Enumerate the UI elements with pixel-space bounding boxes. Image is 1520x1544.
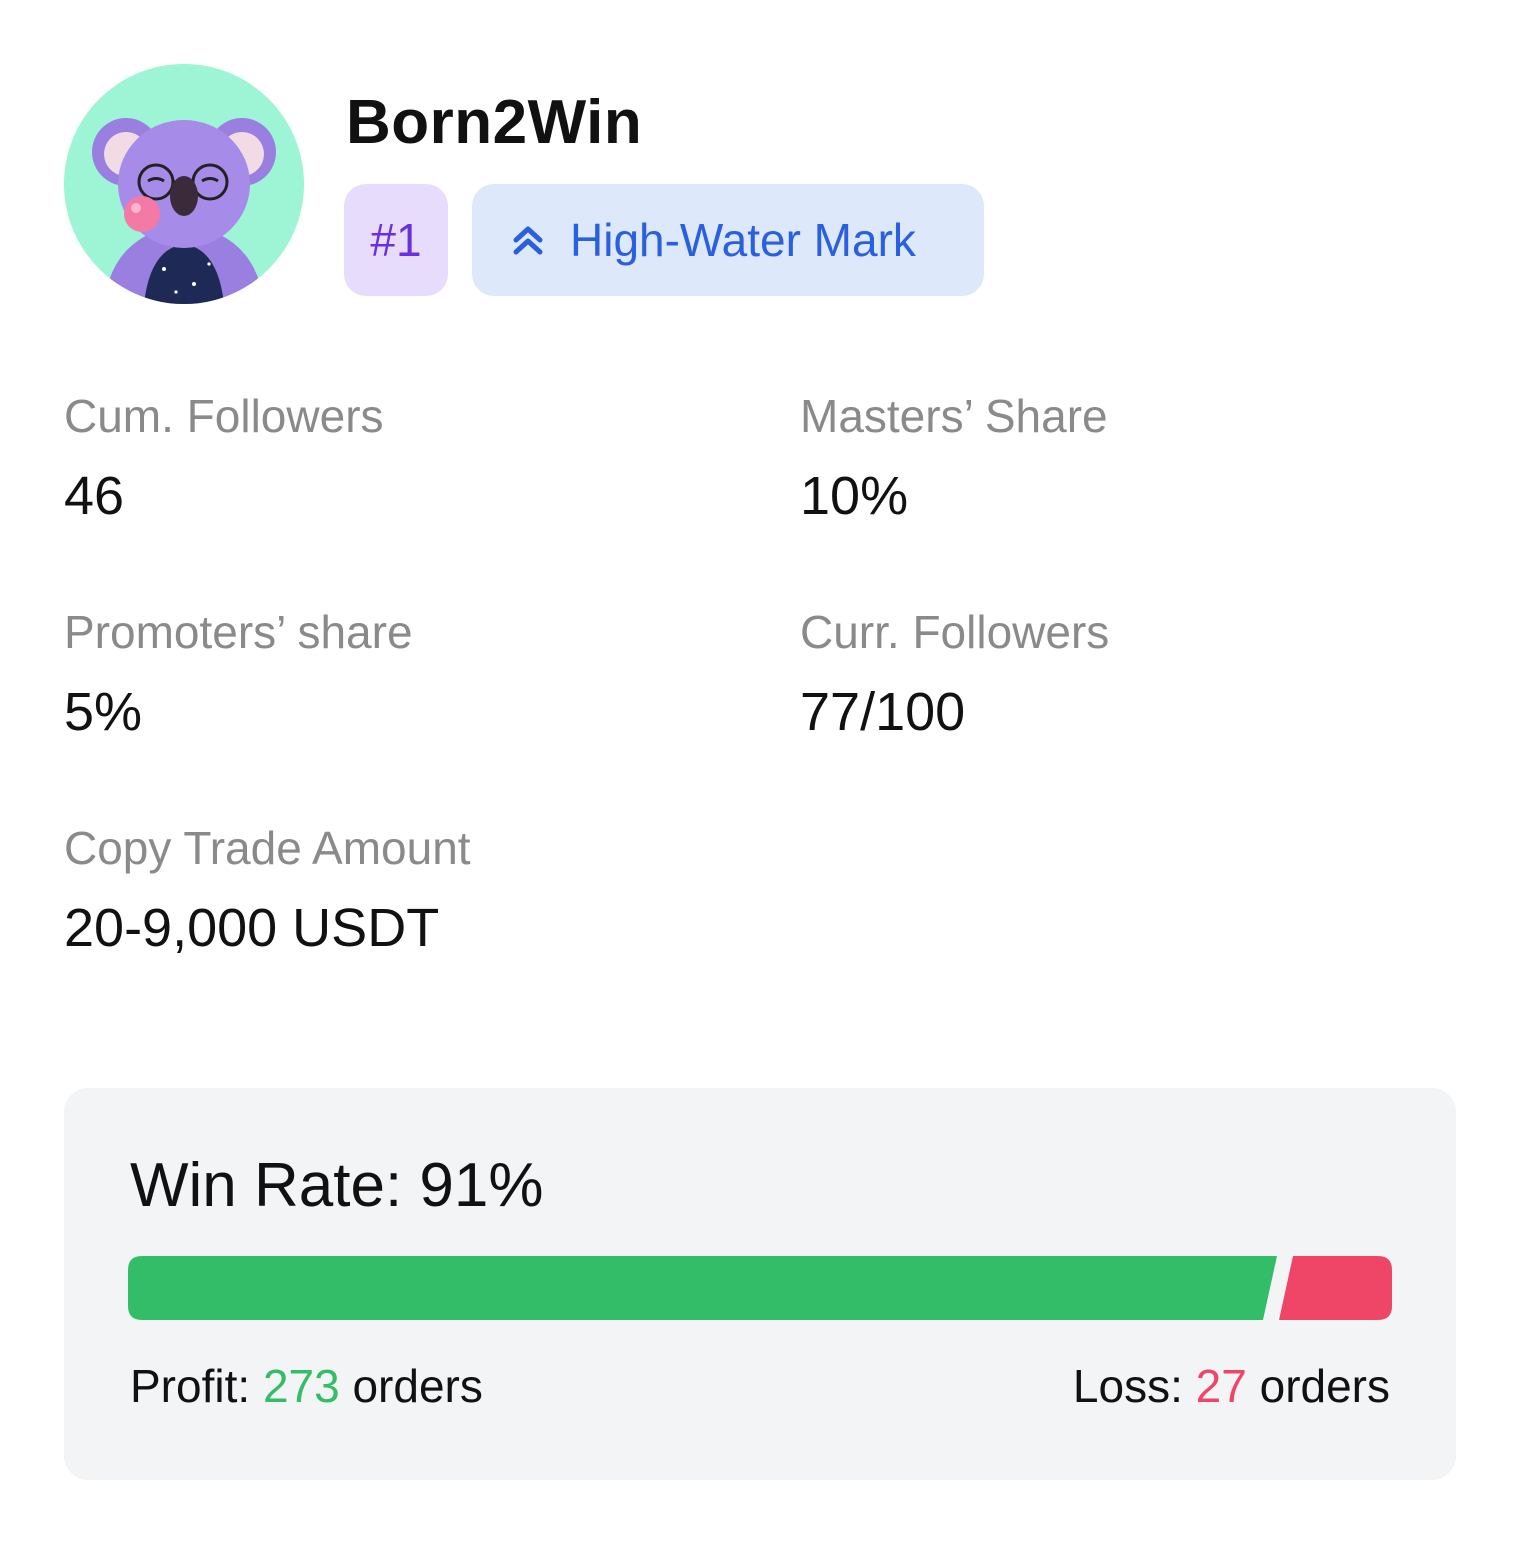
stat-label: Promoters’ share <box>64 606 413 658</box>
stat-label: Masters’ Share <box>800 390 1108 442</box>
profit-count: 273 <box>262 1360 340 1412</box>
stat-curr-followers: Curr. Followers 77/100 <box>800 604 1109 744</box>
rank-badge: #1 <box>344 184 448 296</box>
win-rate-bar <box>128 1256 1392 1320</box>
stat-value: 5% <box>64 682 143 742</box>
stat-copy-trade-amount: Copy Trade Amount 20-9,000 USDT <box>64 820 471 960</box>
loss-orders: Loss: 27 orders <box>1073 1358 1390 1414</box>
stat-label: Copy Trade Amount <box>64 822 471 874</box>
avatar <box>64 64 304 304</box>
high-water-mark-badge: High-Water Mark <box>472 184 984 296</box>
loss-count: 27 <box>1195 1360 1247 1412</box>
stat-masters-share: Masters’ Share 10% <box>800 388 1108 528</box>
loss-prefix: Loss: <box>1072 1360 1196 1412</box>
double-chevron-up-icon <box>508 220 548 260</box>
win-rate-bar-loss-segment <box>1279 1256 1392 1320</box>
profit-orders: Profit: 273 orders <box>130 1358 483 1414</box>
win-rate-panel: Win Rate: 91% Profit: 273 orders Loss: 2… <box>64 1088 1456 1480</box>
stat-cum-followers: Cum. Followers 46 <box>64 388 384 528</box>
high-water-mark-label: High-Water Mark <box>570 214 916 266</box>
stat-label: Curr. Followers <box>800 606 1110 658</box>
stat-value: 20-9,000 USDT <box>64 898 440 958</box>
profit-prefix: Profit: <box>130 1360 263 1412</box>
stat-value: 77/100 <box>800 682 966 742</box>
win-rate-title: Win Rate: 91% <box>130 1151 544 1220</box>
rank-badge-label: #1 <box>370 214 422 266</box>
win-rate-bar-profit-segment <box>128 1256 1277 1320</box>
profit-suffix: orders <box>339 1360 483 1412</box>
stat-value: 10% <box>800 466 909 526</box>
koala-avatar-image <box>64 64 304 304</box>
username: Born2Win <box>346 88 643 157</box>
stat-value: 46 <box>64 466 125 526</box>
stat-label: Cum. Followers <box>64 390 384 442</box>
stat-promoters-share: Promoters’ share 5% <box>64 604 413 744</box>
win-rate-bar-graphic <box>128 1256 1392 1320</box>
loss-suffix: orders <box>1246 1360 1390 1412</box>
